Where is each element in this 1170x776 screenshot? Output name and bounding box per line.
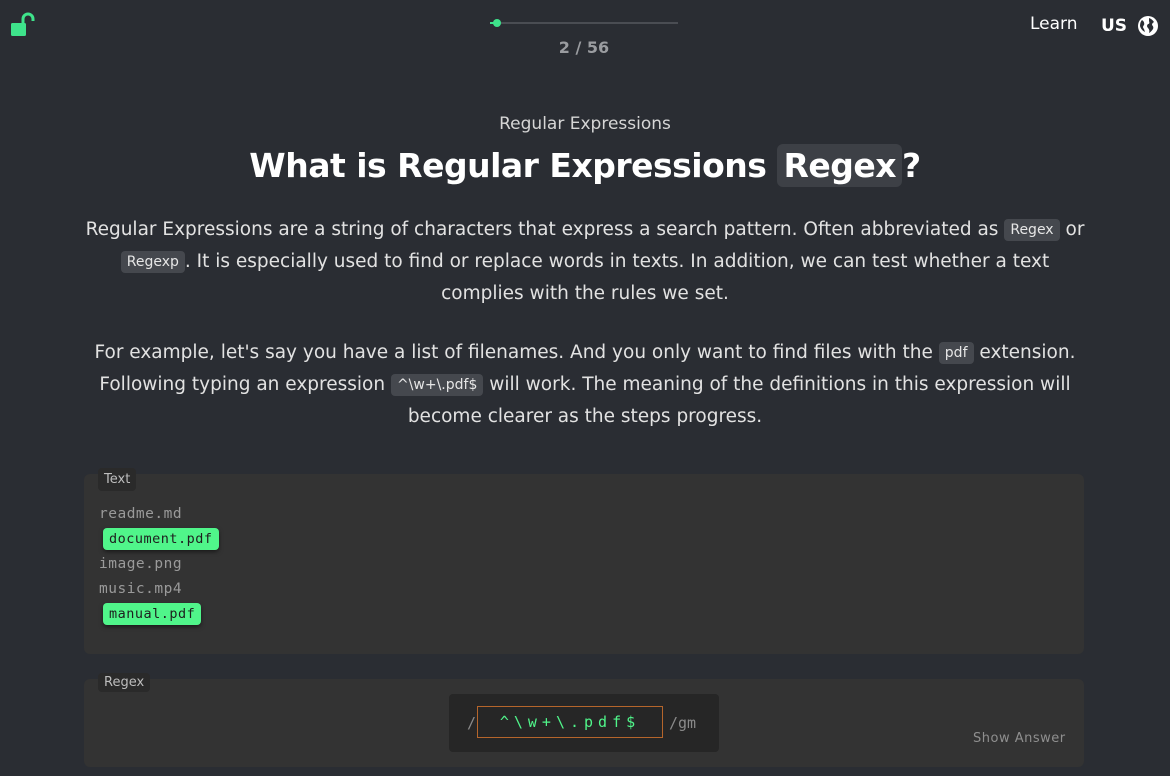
text-line: readme.md	[99, 502, 219, 527]
learn-link[interactable]: Learn	[1030, 14, 1078, 34]
globe-icon[interactable]	[1137, 15, 1159, 37]
matched-line: manual.pdf	[99, 602, 219, 627]
title-suffix: ?	[902, 146, 921, 185]
lesson-paragraph-1: Regular Expressions are a string of char…	[80, 214, 1090, 309]
line-text: readme.md	[99, 506, 183, 522]
text-lines: readme.md document.pdf image.png music.mp4 m…	[99, 502, 219, 627]
progress-indicator	[492, 19, 501, 27]
language-selector[interactable]: US	[1101, 16, 1127, 36]
line-text: image.png	[99, 556, 183, 572]
line-text: music.mp4	[99, 581, 183, 597]
unlock-icon[interactable]	[10, 12, 36, 38]
regex-input[interactable]	[477, 706, 663, 738]
paragraph-text: will work. The meaning of the definition…	[407, 374, 1071, 427]
paragraph-text: or	[1065, 219, 1085, 240]
regex-panel-tag: Regex	[98, 673, 151, 692]
inline-code: Regexp	[120, 251, 185, 273]
show-answer-button[interactable]: Show Answer	[973, 731, 1066, 746]
text-line: music.mp4	[99, 577, 219, 602]
lesson-title: What is Regular Expressions Regex?	[0, 144, 1170, 187]
paragraph-text: . It is especially used to find or repla…	[184, 251, 1050, 304]
progress-counter: 2 / 56	[558, 38, 610, 57]
match-highlight: document.pdf	[103, 528, 219, 550]
inline-code: ^\w+\.pdf$	[390, 374, 484, 396]
matched-line: document.pdf	[99, 527, 219, 552]
regex-flags: /gm	[669, 714, 697, 732]
regex-panel: Regex / /gm Show Answer	[84, 673, 1084, 767]
text-panel: Text readme.md document.pdf image.png music…	[84, 468, 1084, 654]
lesson-paragraph-2: For example, let's say you have a list o…	[80, 337, 1090, 432]
text-line: image.png	[99, 552, 219, 577]
title-pill: Regex	[777, 144, 903, 187]
regex-open-slash: /	[467, 714, 477, 732]
regex-editor: / /gm	[449, 694, 719, 752]
inline-code: pdf	[938, 342, 974, 364]
progress-track	[490, 22, 678, 24]
match-highlight: manual.pdf	[103, 603, 202, 625]
lesson-category: Regular Expressions	[499, 114, 671, 134]
title-text: What is Regular Expressions	[249, 146, 767, 185]
paragraph-text: Regular Expressions are a string of char…	[85, 219, 999, 240]
inline-code: Regex	[1004, 219, 1060, 241]
paragraph-text: For example, let's say you have a list o…	[94, 342, 933, 363]
text-panel-tag: Text	[98, 468, 137, 491]
